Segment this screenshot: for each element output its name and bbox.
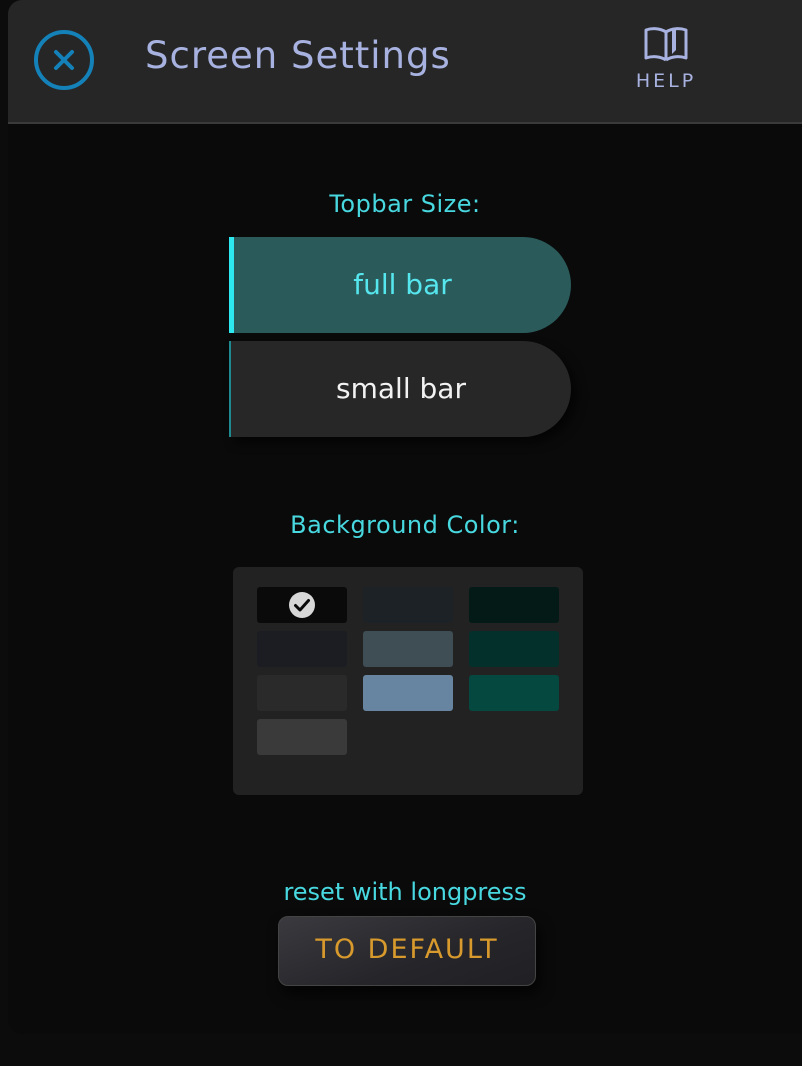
background-color-label: Background Color: — [290, 511, 520, 539]
settings-panel: Screen Settings HELP Topbar Size: full b… — [8, 0, 802, 1034]
full-bar-option[interactable]: full bar — [229, 237, 571, 333]
color-swatch[interactable] — [363, 675, 453, 711]
color-swatch[interactable] — [363, 631, 453, 667]
reset-hint: reset with longpress — [283, 878, 527, 906]
color-swatch[interactable] — [257, 587, 347, 623]
color-swatch[interactable] — [363, 587, 453, 623]
color-swatch[interactable] — [257, 719, 347, 755]
color-swatch[interactable] — [469, 631, 559, 667]
book-open-icon — [644, 27, 688, 62]
close-button[interactable] — [34, 30, 94, 90]
header-bar: Screen Settings HELP — [8, 0, 802, 124]
reset-default-button[interactable]: TO DEFAULT — [278, 916, 536, 986]
help-label: HELP — [635, 70, 697, 92]
color-swatch[interactable] — [469, 587, 559, 623]
help-button[interactable]: HELP — [628, 24, 704, 100]
topbar-size-label: Topbar Size: — [329, 190, 481, 218]
color-swatch[interactable] — [257, 631, 347, 667]
small-bar-option[interactable]: small bar — [229, 341, 571, 437]
color-swatch-grid — [233, 567, 583, 795]
check-circle-icon — [289, 592, 315, 618]
close-icon — [54, 50, 74, 70]
page-title: Screen Settings — [145, 34, 451, 77]
color-swatch[interactable] — [469, 675, 559, 711]
color-swatch[interactable] — [257, 675, 347, 711]
